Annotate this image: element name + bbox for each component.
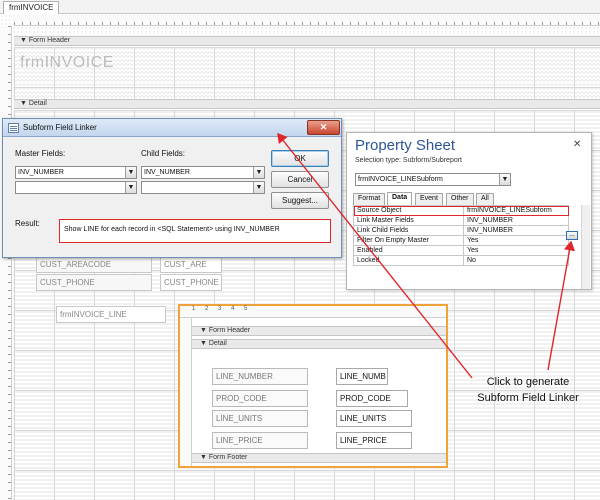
child-fields-label: Child Fields: (141, 149, 186, 158)
property-row[interactable]: Link Master Fields INV_NUMBER (353, 215, 569, 226)
property-value[interactable]: INV_NUMBER (463, 225, 569, 236)
result-text: Show LINE for each record in <SQL Statem… (59, 219, 331, 243)
result-label: Result: (15, 219, 40, 228)
property-name: Locked (353, 255, 464, 266)
object-selector-combo[interactable]: frmINVOICE_LINESubform ▼ (355, 173, 511, 186)
subform-detail-label: Detail (208, 340, 227, 347)
dialog-title: Subform Field Linker (23, 123, 97, 132)
section-arrow-icon: ▼ (200, 340, 209, 347)
property-name: Enabled (353, 245, 464, 256)
master-field-1-combo[interactable]: INV_NUMBER ▼ (15, 166, 137, 179)
property-name: Source Object (353, 205, 464, 216)
subform-label[interactable]: frmINVOICE_LINE (56, 306, 166, 323)
section-arrow-icon: ▼ (200, 327, 209, 334)
section-detail-label: Detail (28, 100, 47, 107)
section-arrow-icon: ▼ (20, 100, 29, 107)
build-button[interactable]: ... (566, 231, 578, 240)
child-field-1-value: INV_NUMBER (144, 169, 190, 176)
master-fields-label: Master Fields: (15, 149, 66, 158)
callout-line-2: Subform Field Linker (477, 392, 579, 404)
section-arrow-icon: ▼ (20, 37, 29, 44)
tab-event[interactable]: Event (415, 193, 443, 205)
chevron-down-icon[interactable]: ▼ (125, 182, 136, 193)
document-tab-frminvoice[interactable]: frmINVOICE (3, 1, 60, 14)
subform-section-detail[interactable]: ▼ Detail (192, 339, 446, 349)
suggest-button[interactable]: Suggest... (271, 192, 329, 209)
cust-areacode-textbox[interactable]: CUST_ARE (160, 256, 222, 273)
horizontal-ruler (14, 16, 600, 26)
section-form-header[interactable]: ▼ Form Header (14, 36, 600, 46)
property-row[interactable]: Locked No (353, 255, 569, 266)
line-units-label[interactable]: LINE_UNITS (212, 410, 308, 427)
cust-phone-label[interactable]: CUST_PHONE (36, 274, 152, 291)
subform-field-linker-dialog: Subform Field Linker ✕ Master Fields: Ch… (2, 118, 342, 258)
subform-form-header-label: Form Header (208, 327, 251, 334)
subform-control[interactable]: 1 2 3 4 5 ▼ Form Header ▼ Detail LINE_NU… (178, 304, 448, 468)
property-name: Link Master Fields (353, 215, 464, 226)
property-sheet-scrollbar[interactable] (581, 205, 590, 289)
subform-form-footer-label: Form Footer (208, 454, 248, 461)
form-title-label[interactable]: frmINVOICE (20, 54, 114, 72)
vertical-ruler (0, 26, 12, 500)
callout-text: Click to generate Subform Field Linker (466, 374, 590, 406)
property-value[interactable]: frmINVOICE_LINESubform (463, 205, 569, 216)
section-arrow-icon: ▼ (200, 454, 209, 461)
cancel-button[interactable]: Cancel (271, 171, 329, 188)
property-name: Link Child Fields (353, 225, 464, 236)
cust-phone-textbox[interactable]: CUST_PHONE (160, 274, 222, 291)
line-price-label[interactable]: LINE_PRICE (212, 432, 308, 449)
prod-code-label[interactable]: PROD_CODE (212, 390, 308, 407)
dialog-title-bar[interactable]: Subform Field Linker (3, 119, 341, 137)
line-number-label[interactable]: LINE_NUMBER (212, 368, 308, 385)
property-row[interactable]: Filter On Empty Master Yes (353, 235, 569, 246)
chevron-down-icon[interactable]: ▼ (253, 167, 264, 178)
subform-vertical-ruler (180, 318, 192, 466)
child-field-2-combo[interactable]: ▼ (141, 181, 265, 194)
prod-code-textbox[interactable]: PROD_CODE (336, 390, 408, 407)
linker-dialog-icon (8, 123, 19, 133)
master-field-2-combo[interactable]: ▼ (15, 181, 137, 194)
cust-areacode-label[interactable]: CUST_AREACODE (36, 256, 152, 273)
close-icon[interactable]: ✕ (573, 139, 581, 150)
subform-section-form-footer[interactable]: ▼ Form Footer (192, 453, 446, 463)
property-value[interactable]: INV_NUMBER (463, 215, 569, 226)
property-value[interactable]: Yes (463, 235, 569, 246)
subform-ruler: 1 2 3 4 5 (180, 306, 446, 318)
document-tab-bar: frmINVOICE (0, 0, 600, 14)
property-sheet-panel: Property Sheet ✕ Selection type: Subform… (346, 132, 592, 290)
line-price-textbox[interactable]: LINE_PRICE (336, 432, 412, 449)
tab-data[interactable]: Data (387, 192, 413, 205)
property-row[interactable]: Link Child Fields INV_NUMBER (353, 225, 569, 236)
section-detail[interactable]: ▼ Detail (14, 99, 600, 109)
chevron-down-icon[interactable]: ▼ (125, 167, 136, 178)
section-form-header-label: Form Header (28, 37, 71, 44)
selection-type: Selection type: Subform/Subreport (355, 157, 463, 164)
property-value[interactable]: Yes (463, 245, 569, 256)
property-sheet-title: Property Sheet (355, 137, 456, 154)
property-row[interactable]: Source Object frmINVOICE_LINESubform (353, 205, 569, 216)
line-units-textbox[interactable]: LINE_UNITS (336, 410, 412, 427)
child-field-1-combo[interactable]: INV_NUMBER ▼ (141, 166, 265, 179)
tab-other[interactable]: Other (446, 193, 474, 205)
property-value[interactable]: No (463, 255, 569, 266)
line-number-textbox[interactable]: LINE_NUMB (336, 368, 388, 385)
tab-format[interactable]: Format (353, 193, 386, 205)
property-grid: Source Object frmINVOICE_LINESubform Lin… (353, 205, 569, 266)
chevron-down-icon[interactable]: ▼ (499, 174, 510, 185)
dialog-close-button[interactable]: ✕ (307, 120, 340, 135)
property-row[interactable]: Enabled Yes (353, 245, 569, 256)
subform-section-form-header[interactable]: ▼ Form Header (192, 326, 446, 336)
master-field-1-value: INV_NUMBER (18, 169, 64, 176)
ok-button[interactable]: OK (271, 150, 329, 167)
property-name: Filter On Empty Master (353, 235, 464, 246)
chevron-down-icon[interactable]: ▼ (253, 182, 264, 193)
object-selector-value: frmINVOICE_LINESubform (358, 176, 443, 183)
tab-all[interactable]: All (476, 193, 494, 205)
callout-line-1: Click to generate (486, 376, 570, 388)
